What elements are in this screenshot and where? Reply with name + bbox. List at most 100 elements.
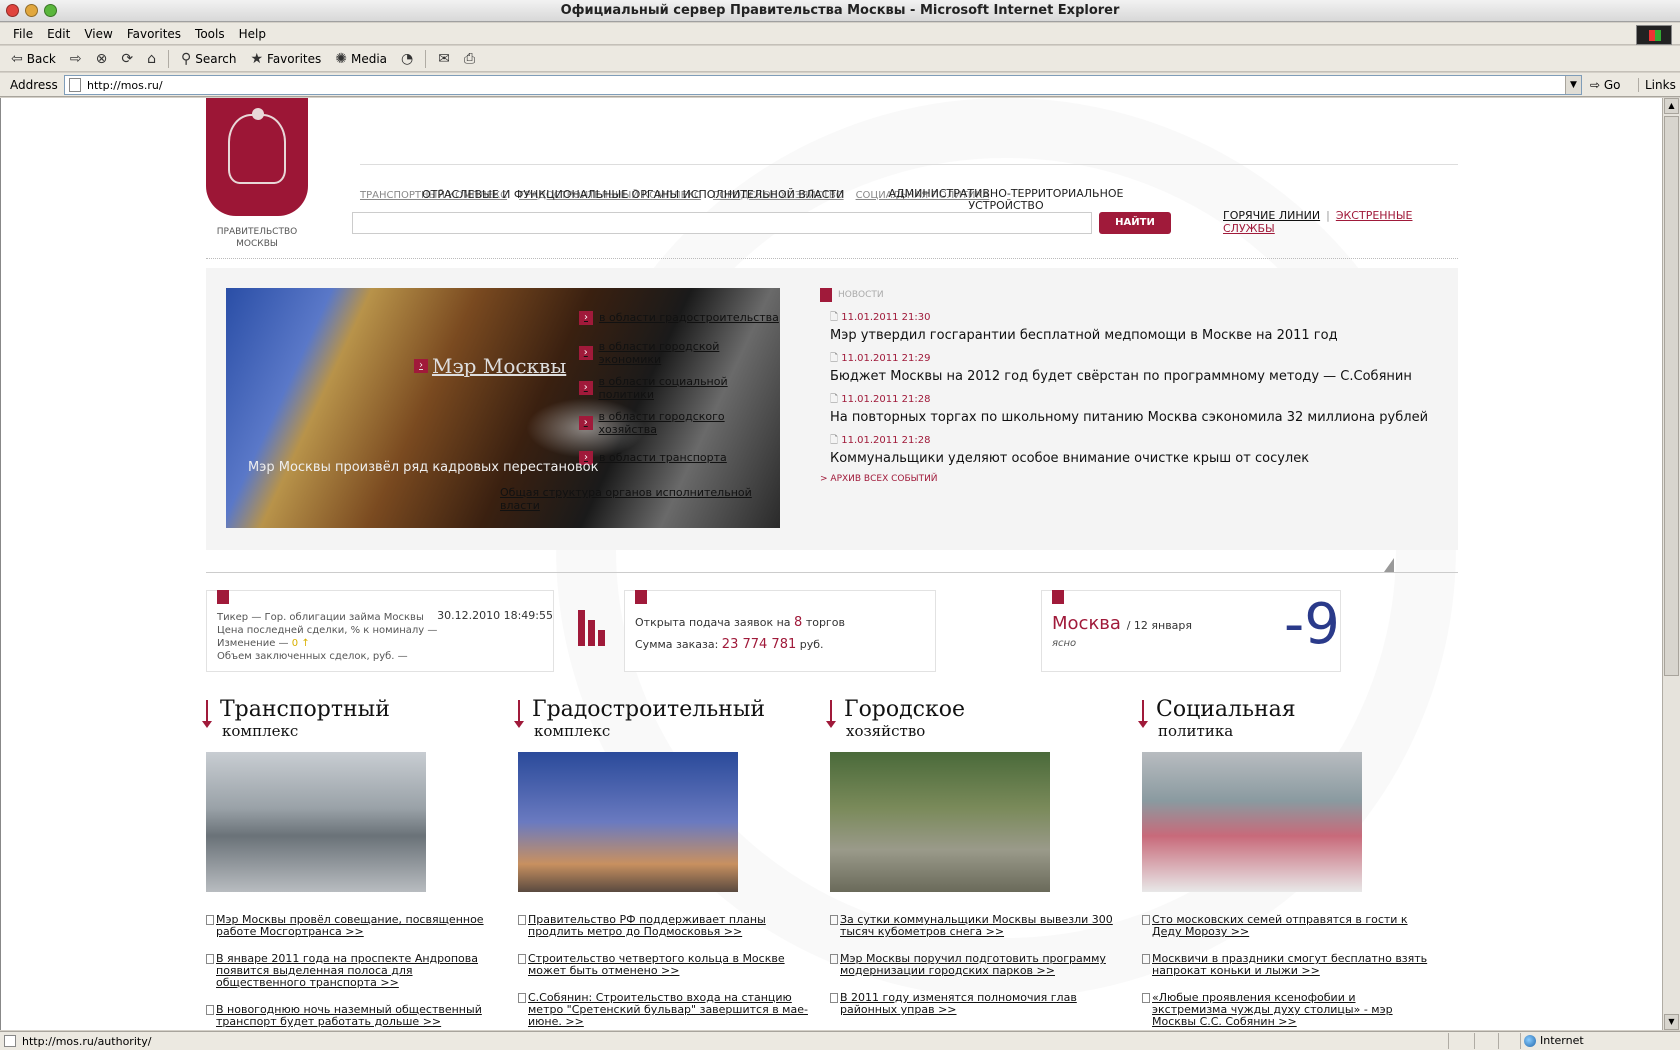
section-link[interactable]: Мэр Москвы поручил подготовить программу… (830, 953, 1120, 977)
scroll-down-button[interactable]: ▼ (1664, 1014, 1679, 1030)
park-photo[interactable] (830, 752, 1050, 892)
section-heading[interactable]: Городское хозяйство (826, 698, 1120, 746)
favorites-button[interactable]: ★ Favorites (245, 49, 326, 69)
section-link[interactable]: В новогоднюю ночь наземный общественный … (206, 1004, 496, 1028)
section-link[interactable]: В 2011 году изменятся полномочия глав ра… (830, 992, 1120, 1016)
section-link[interactable]: Москвичи в праздники смогут бесплатно вз… (1142, 953, 1432, 977)
archive-link[interactable]: АРХИВ ВСЕХ СОБЫТИЙ (820, 474, 1440, 484)
bond-info-card: Тикер — Гор. облигации займа Москвы Цена… (206, 590, 554, 672)
down-arrow-icon (826, 700, 836, 728)
favorites-icon: ★ (250, 50, 264, 67)
news-title[interactable]: Мэр утвердил госгарантии бесплатной медп… (830, 328, 1440, 343)
forward-button[interactable]: ⇨ (65, 49, 87, 69)
hero-link-construction[interactable]: › в области градостроительства (579, 300, 780, 335)
links-button[interactable]: Links (1638, 78, 1676, 92)
news-feed: Новости 11.01.2011 21:30Мэр утвердил гос… (820, 288, 1440, 484)
school-photo[interactable] (1142, 752, 1362, 892)
search-icon: ⚲ (180, 50, 192, 67)
address-input[interactable]: http://mos.ru/ ▼ (64, 75, 1582, 95)
section-link[interactable]: С.Собянин: Строительство входа на станци… (518, 992, 808, 1028)
back-arrow-icon: ⇦ (11, 50, 23, 67)
vertical-scrollbar[interactable]: ▲ ▼ (1662, 98, 1680, 1030)
hero-link-city-services[interactable]: › в области городского хозяйства (579, 405, 780, 440)
section-link[interactable]: «Любые проявления ксенофобии и экстремиз… (1142, 992, 1432, 1028)
section-link[interactable]: Сто московских семей отправятся в гости … (1142, 914, 1432, 938)
site-search-input[interactable] (352, 212, 1092, 234)
nav-executive-bodies[interactable]: ОТРАСЛЕВЫЕ И ФУНКЦИОНАЛЬНЫЕ ОРГАНЫ ИСПОЛ… (422, 188, 844, 201)
section-heading[interactable]: Социальная политика (1138, 698, 1432, 746)
news-item[interactable]: 11.01.2011 21:30Мэр утвердил госгарантии… (820, 310, 1440, 343)
bond-change: Изменение — 0 ↑ (217, 638, 310, 649)
section-heading[interactable]: Транспортный комплекс (202, 698, 496, 746)
section-link[interactable]: За сутки коммунальщики Москвы вывезли 30… (830, 914, 1120, 938)
tender-card[interactable]: Открыта подача заявок на 8 торгов Сумма … (624, 590, 936, 672)
scrollbar-thumb[interactable] (1664, 116, 1679, 676)
status-cell (1520, 1033, 1521, 1049)
hero-link-economy[interactable]: › в области городской экономики (579, 335, 780, 370)
weather-condition: ясно (1052, 638, 1077, 649)
menu-help[interactable]: Help (232, 27, 273, 41)
news-title[interactable]: Бюджет Москвы на 2012 год будет свёрстан… (830, 369, 1440, 384)
down-arrow-icon (514, 700, 524, 728)
news-date: 11.01.2011 21:28 (830, 392, 1440, 409)
transport-photo[interactable] (206, 752, 426, 892)
search-button[interactable]: ⚲ Search (176, 49, 242, 69)
window-title: Официальный сервер Правительства Москвы … (560, 3, 1120, 18)
down-arrow-icon (202, 700, 212, 728)
bond-price: Цена последней сделки, % к номиналу — (217, 625, 438, 636)
section-link[interactable]: Мэр Москвы провёл совещание, посвященное… (206, 914, 496, 938)
section-transport: Транспортный комплекс Мэр Москвы провёл с… (202, 698, 496, 1030)
status-cell (1498, 1033, 1499, 1049)
news-item[interactable]: 11.01.2011 21:28Коммунальщики уделяют ос… (820, 433, 1440, 466)
page-icon (4, 1035, 16, 1047)
address-bar: Address http://mos.ru/ ▼ ⇨ Go Links (0, 73, 1680, 97)
section-marker-icon (820, 288, 832, 302)
menu-favorites[interactable]: Favorites (120, 27, 188, 41)
section-links: Мэр Москвы провёл совещание, посвященное… (206, 914, 496, 1028)
hero-title-link[interactable]: › Мэр Москвы (414, 354, 566, 378)
news-item[interactable]: 11.01.2011 21:29Бюджет Москвы на 2012 го… (820, 351, 1440, 384)
menu-tools[interactable]: Tools (188, 27, 232, 41)
mail-icon: ✉ (438, 50, 450, 67)
section-heading[interactable]: Градостроительный комплекс (514, 698, 808, 746)
construction-photo[interactable] (518, 752, 738, 892)
section-link[interactable]: В январе 2011 года на проспекте Андропов… (206, 953, 496, 989)
history-button[interactable]: ◔ (396, 49, 418, 69)
hero-link-transport[interactable]: › в области транспорта (579, 440, 780, 475)
down-arrow-icon (1138, 700, 1148, 728)
weather-temperature: -9 (1284, 592, 1340, 657)
stop-button[interactable]: ⊗ (91, 49, 113, 69)
news-title[interactable]: Коммунальщики уделяют особое внимание оч… (830, 451, 1440, 466)
section-link[interactable]: Правительство РФ поддерживает планы прод… (518, 914, 808, 938)
hero-block: › Мэр Москвы › в области градостроительств… (206, 268, 1458, 550)
section-marker-icon (1052, 590, 1064, 604)
hero-link-social[interactable]: › в области социальной политики (579, 370, 780, 405)
nav-admin-territory[interactable]: АДМИНИСТРАТИВНО-ТЕРРИТОРИАЛЬНОЕ УСТРОЙСТ… (886, 188, 1126, 212)
section-city-services: Городское хозяйство За сутки коммунальщик… (826, 698, 1120, 1030)
mail-button[interactable]: ✉ (433, 49, 455, 69)
back-button[interactable]: ⇦ Back (6, 49, 61, 69)
go-button[interactable]: ⇨ Go (1590, 78, 1621, 92)
section-link[interactable]: Строительство четвертого кольца в Москве… (518, 953, 808, 977)
search-submit-button[interactable]: НАЙТИ (1099, 212, 1171, 234)
scroll-up-button[interactable]: ▲ (1664, 98, 1679, 114)
forward-arrow-icon: ⇨ (69, 50, 82, 67)
address-dropdown-button[interactable]: ▼ (1565, 76, 1581, 94)
moscow-coat-of-arms-logo[interactable] (206, 98, 308, 216)
structure-link[interactable]: Общая структура органов исполнительной в… (500, 486, 780, 512)
home-button[interactable]: ⌂ (142, 49, 161, 69)
hotlines-link[interactable]: ГОРЯЧИЕ ЛИНИИ (1223, 209, 1320, 222)
news-item[interactable]: 11.01.2011 21:28На повторных торгах по ш… (820, 392, 1440, 425)
menu-file[interactable]: File (6, 27, 40, 41)
refresh-button[interactable]: ⟳ (116, 49, 138, 69)
section-divider (206, 572, 1458, 573)
arrow-right-icon: › (579, 415, 593, 430)
hotlines-bar: ГОРЯЧИЕ ЛИНИИ | ЭКСТРЕННЫЕ СЛУЖБЫ (1223, 209, 1458, 235)
menu-edit[interactable]: Edit (40, 27, 77, 41)
media-button[interactable]: ✺ Media (330, 49, 392, 69)
news-title[interactable]: На повторных торгах по школьному питанию… (830, 410, 1440, 425)
news-date: 11.01.2011 21:30 (830, 310, 1440, 327)
section-construction: Градостроительный комплекс Правительство … (514, 698, 808, 1030)
menu-view[interactable]: View (77, 27, 119, 41)
print-button[interactable]: ⎙ (459, 49, 480, 69)
